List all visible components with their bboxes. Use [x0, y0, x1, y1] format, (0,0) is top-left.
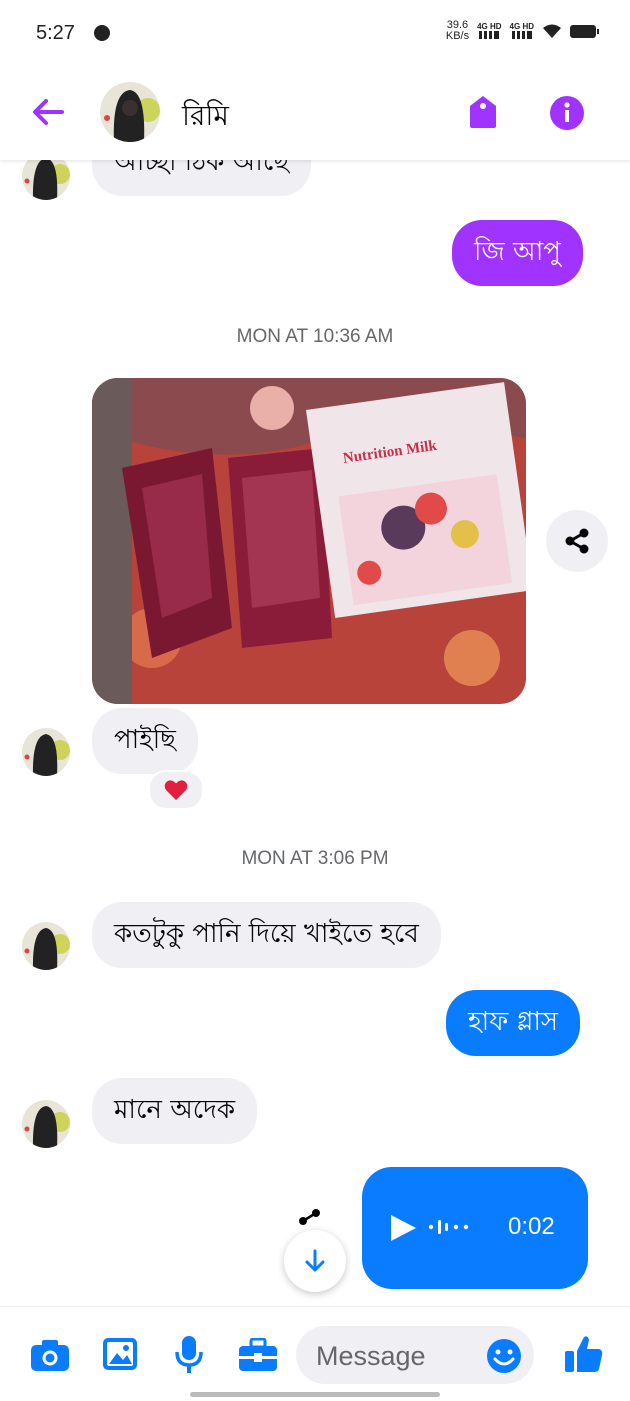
- battery-icon: [570, 24, 599, 38]
- heart-icon: [164, 780, 188, 800]
- network-label-1: 4G HD: [477, 21, 502, 31]
- arrow-down-icon: [305, 1249, 325, 1272]
- signal-2: 4G HD: [510, 22, 534, 41]
- scroll-to-bottom-button[interactable]: [284, 1230, 346, 1292]
- message-text: মানে অদেক: [114, 1095, 236, 1125]
- photo-image: Nutrition Milk: [92, 378, 526, 704]
- wifi-icon: [543, 24, 561, 38]
- message-bubble-incoming[interactable]: পাইছি: [92, 708, 198, 774]
- status-indicators: 39.6 KB/s 4G HD 4G HD: [446, 20, 599, 42]
- avatar-image: [22, 1100, 70, 1148]
- tag-icon: [470, 96, 496, 128]
- network-label-2: 4G HD: [509, 21, 534, 31]
- voice-message[interactable]: 0:02: [362, 1167, 588, 1289]
- home-indicator: [190, 1392, 440, 1397]
- message-text: জি আপু: [474, 237, 561, 267]
- contact-name[interactable]: রিমি: [182, 94, 229, 141]
- speed-unit: KB/s: [445, 30, 470, 42]
- messenger-notification-icon: [94, 25, 110, 41]
- chat-header: [0, 60, 630, 160]
- message-bubble-incoming[interactable]: কতটুকু পানি দিয়ে খাইতে হবে: [92, 902, 441, 968]
- sender-avatar[interactable]: [22, 1100, 70, 1148]
- photo-message[interactable]: Nutrition Milk: [92, 378, 526, 704]
- message-bubble-outgoing[interactable]: হাফ গ্লাস: [446, 990, 581, 1056]
- timestamp: MON AT 10:36 AM: [236, 326, 394, 347]
- contact-avatar[interactable]: [100, 82, 160, 142]
- back-button[interactable]: [28, 94, 68, 134]
- toolbox-icon[interactable]: [238, 1338, 278, 1372]
- gallery-icon[interactable]: [102, 1337, 138, 1371]
- sender-avatar[interactable]: [22, 728, 70, 776]
- back-arrow-icon: [33, 99, 64, 125]
- heart-reaction[interactable]: [148, 770, 204, 810]
- voice-duration: 0:02: [508, 1213, 555, 1240]
- timestamp: MON AT 3:06 PM: [241, 848, 389, 869]
- signal-bars-icon: [511, 30, 532, 39]
- message-text: পাইছি: [114, 725, 176, 755]
- message-text: হাফ গ্লাস: [468, 1007, 559, 1037]
- network-speed: 39.6 KB/s: [446, 20, 469, 42]
- sender-avatar[interactable]: [22, 922, 70, 970]
- avatar-image: [22, 922, 70, 970]
- signal-bars-icon: [479, 30, 500, 39]
- play-icon[interactable]: [388, 1213, 418, 1243]
- info-button[interactable]: [549, 95, 585, 135]
- emoji-icon[interactable]: [486, 1338, 522, 1374]
- avatar-image: [22, 728, 70, 776]
- status-time: 5:27: [36, 22, 75, 44]
- message-bubble-incoming[interactable]: মানে অদেক: [92, 1078, 258, 1144]
- waveform-icon: [428, 1220, 469, 1234]
- message-text: কতটুকু পানি দিয়ে খাইতে হবে: [114, 919, 419, 949]
- share-button[interactable]: [546, 510, 608, 572]
- avatar-image: [100, 82, 160, 142]
- thumbs-up-icon[interactable]: [564, 1334, 604, 1374]
- info-icon: [550, 96, 584, 130]
- message-bubble-outgoing[interactable]: জি আপু: [452, 220, 583, 286]
- message-placeholder: Message: [316, 1341, 426, 1371]
- microphone-icon[interactable]: [174, 1335, 204, 1375]
- share-icon: [565, 528, 589, 554]
- tag-button[interactable]: [466, 94, 500, 134]
- share-icon: [299, 1209, 320, 1225]
- signal-1: 4G HD: [477, 21, 502, 41]
- camera-icon[interactable]: [30, 1338, 70, 1372]
